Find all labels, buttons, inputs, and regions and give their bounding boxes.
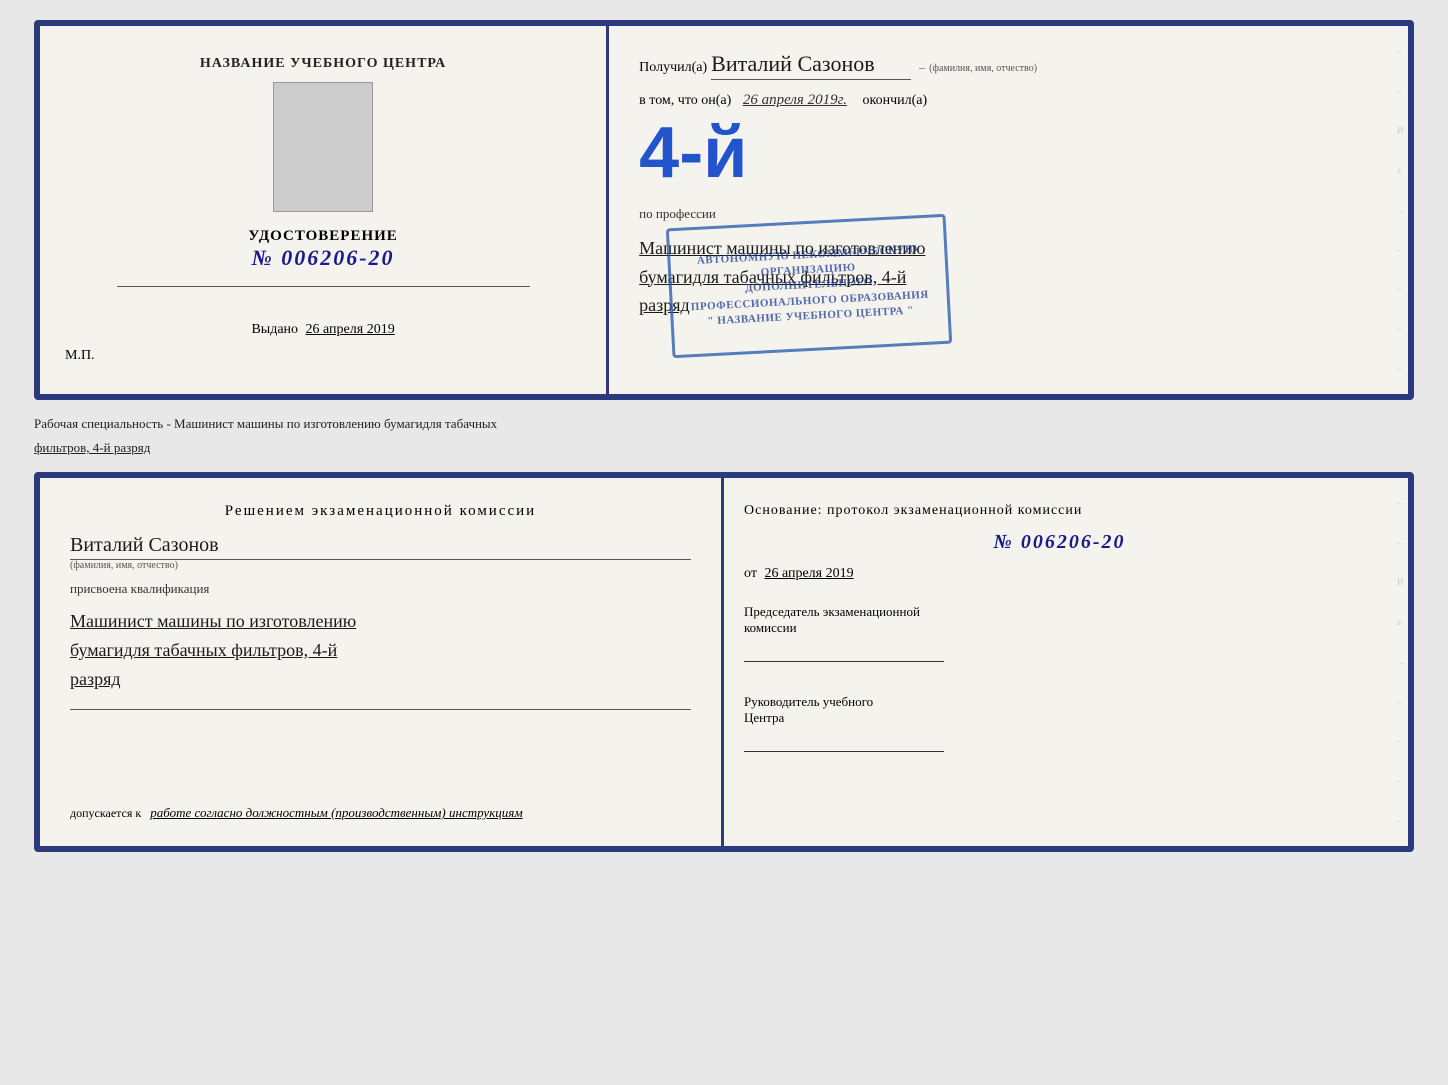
photo-placeholder — [273, 82, 373, 212]
udostoverenie-block: УДОСТОВЕРЕНИЕ № 006206-20 — [248, 228, 398, 271]
udostoverenie-number: № 006206-20 — [248, 245, 398, 271]
cert-title: НАЗВАНИЕ УЧЕБНОГО ЦЕНТРА — [200, 56, 446, 72]
cert-left: НАЗВАНИЕ УЧЕБНОГО ЦЕНТРА УДОСТОВЕРЕНИЕ №… — [40, 26, 609, 394]
right-edge: – – И а ← – – – – — [1395, 26, 1408, 394]
stamp-overlay: АВТОНОМНУЮ НЕКОММЕРЧЕСКУЮ ОРГАНИЗАЦИЮ ДО… — [666, 214, 952, 358]
poluchil-line: Получил(а) Виталий Сазонов – (фамилия, и… — [639, 51, 1365, 80]
cert-bottom-right: Основание: протокол экзаменационной коми… — [724, 478, 1395, 846]
certificate-bottom: Решением экзаменационной комиссии Витали… — [34, 472, 1414, 852]
predsedatel-signature — [744, 661, 944, 662]
mp-label: М.П. — [65, 348, 95, 364]
recipient-name: Виталий Сазонов — [711, 51, 911, 80]
rukovoditel-signature — [744, 751, 944, 752]
separator-line — [70, 709, 691, 710]
vydano-line: Выдано 26 апреля 2019 — [251, 322, 394, 338]
separator-line1: Рабочая специальность - Машинист машины … — [34, 412, 1414, 436]
v-tom-line: в том, что он(а) 26 апреля 2019г. окончи… — [639, 92, 1365, 109]
predsedatel-block: Председатель экзаменационной комиссии — [744, 604, 1375, 662]
osnovaniye-title: Основание: протокол экзаменационной коми… — [744, 503, 1375, 519]
bottom-person-name: Виталий Сазонов — [70, 534, 691, 560]
big-number: 4-й — [639, 121, 747, 186]
cert-bottom-left: Решением экзаменационной комиссии Витали… — [40, 478, 724, 846]
bottom-right-edge: – – И а ← – – – – — [1395, 478, 1408, 846]
cert-right: Получил(а) Виталий Сазонов – (фамилия, и… — [609, 26, 1395, 394]
prisvoena-label: присвоена квалификация — [70, 581, 691, 597]
qualification-block: Машинист машины по изготовлению бумагидл… — [70, 607, 691, 693]
dopuskaetsya-line: допускается к работе согласно должностны… — [70, 805, 691, 821]
document-container: НАЗВАНИЕ УЧЕБНОГО ЦЕНТРА УДОСТОВЕРЕНИЕ №… — [34, 20, 1414, 852]
certificate-top: НАЗВАНИЕ УЧЕБНОГО ЦЕНТРА УДОСТОВЕРЕНИЕ №… — [34, 20, 1414, 400]
protocol-number: № 006206-20 — [744, 531, 1375, 554]
separator-line2: фильтров, 4-й разряд — [34, 436, 1414, 460]
udostoverenie-label: УДОСТОВЕРЕНИЕ — [248, 228, 398, 245]
separator: Рабочая специальность - Машинист машины … — [34, 408, 1414, 464]
ot-date: от 26 апреля 2019 — [744, 566, 1375, 582]
stamp-area: 4-й АВТОНОМНУЮ НЕКОММЕРЧЕСКУЮ ОРГАНИЗАЦИ… — [639, 121, 1365, 186]
resheniem-title: Решением экзаменационной комиссии — [70, 503, 691, 520]
rukovoditel-block: Руководитель учебного Центра — [744, 694, 1375, 752]
bottom-person-block: Виталий Сазонов (фамилия, имя, отчество) — [70, 534, 691, 571]
profession-label: по профессии — [639, 206, 1365, 222]
